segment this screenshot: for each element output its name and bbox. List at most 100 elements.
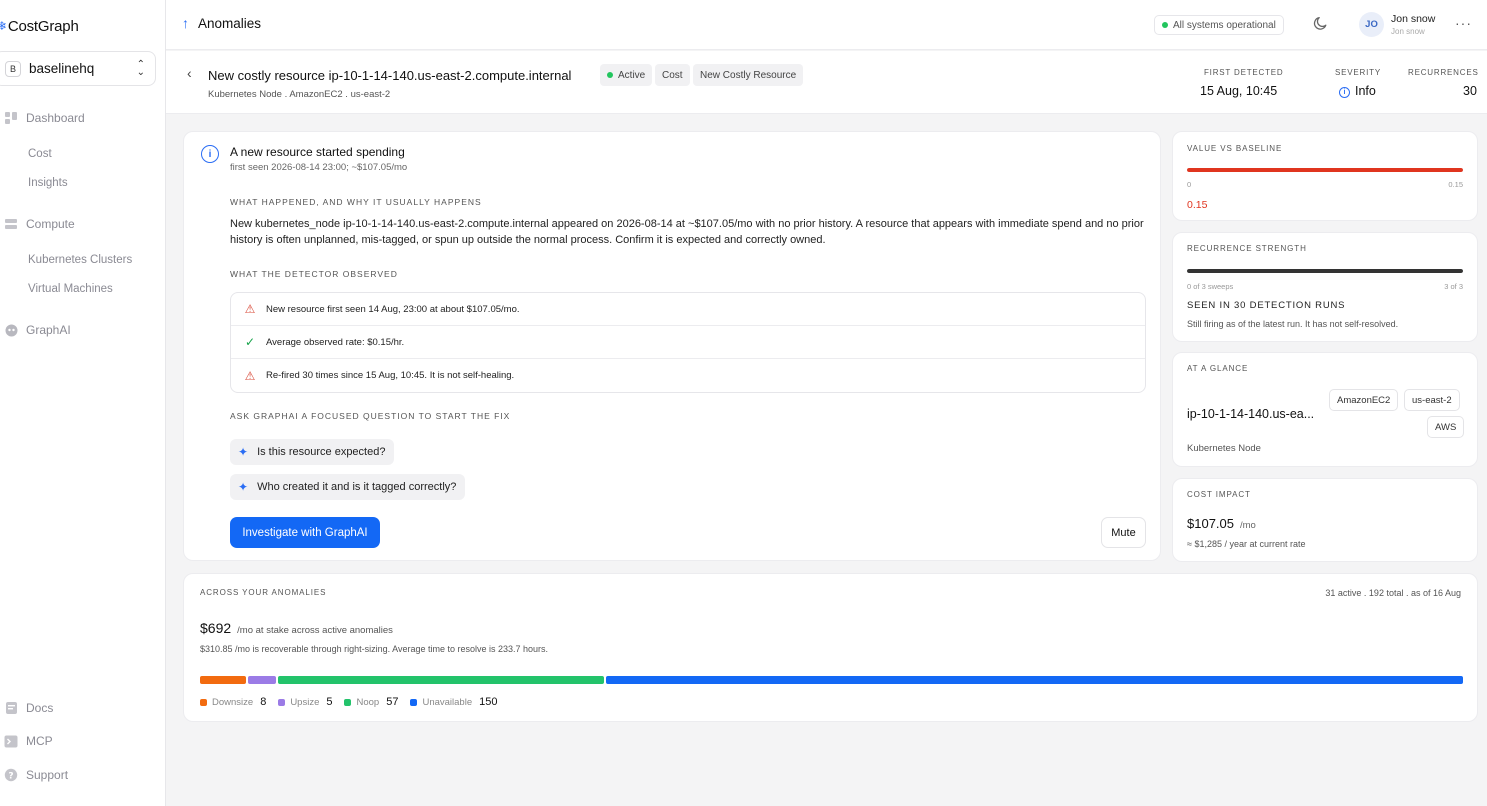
- anomaly-header: ‹ New costly resource ip-10-1-14-140.us-…: [166, 51, 1487, 114]
- sidebar-item-insights[interactable]: Insights: [28, 177, 68, 189]
- brand-name: CostGraph: [7, 17, 79, 35]
- question-button-expected[interactable]: ✦ Is this resource expected?: [230, 439, 395, 465]
- legend-swatch: [278, 698, 286, 706]
- sparkle-icon: ✦: [238, 445, 249, 459]
- across-value-note: /mo at stake across active anomalies: [237, 625, 393, 636]
- observations-list: ⚠ New resource first seen 14 Aug, 23:00 …: [230, 292, 1146, 393]
- sidebar-item-virtual-machines[interactable]: Virtual Machines: [28, 283, 113, 295]
- arrow-up-icon: ↑: [182, 15, 189, 31]
- list-item: ✓ Average observed rate: $0.15/hr.: [231, 326, 1145, 359]
- recurrences-value: 30: [1463, 84, 1477, 98]
- provider-service-pill: AmazonEC2: [1329, 389, 1399, 411]
- legend-label: Upsize: [290, 696, 320, 708]
- severity-value: i Info: [1339, 84, 1376, 98]
- across-value: $692: [200, 620, 232, 636]
- workspace-switcher[interactable]: B baselinehq ⌃ ⌄: [0, 51, 156, 86]
- cost-impact-value-row: $107.05 /mo: [1187, 516, 1256, 531]
- legend-label: Unavailable: [422, 696, 473, 708]
- back-chevron-icon[interactable]: ‹: [187, 65, 192, 81]
- observation-text: Re-fired 30 times since 15 Aug, 10:45. I…: [266, 370, 515, 381]
- type-badge: New Costly Resource: [693, 64, 804, 86]
- moon-icon[interactable]: [1313, 15, 1331, 33]
- legend-count: 8: [260, 696, 267, 708]
- investigate-button[interactable]: Investigate with GraphAI: [230, 517, 380, 548]
- recurrences-label: RECURRENCES: [1408, 68, 1479, 77]
- sidebar-item-graphai[interactable]: GraphAI: [0, 322, 71, 338]
- brand-icon: ❄: [0, 19, 7, 33]
- workspace-badge: B: [5, 60, 21, 77]
- legend-label: Downsize: [212, 696, 254, 708]
- cost-impact-note: ≈ $1,285 / year at current rate: [1187, 539, 1306, 549]
- legend-swatch: [200, 698, 207, 706]
- detail-subtitle: first seen 2026-08-14 23:00; ~$107.05/mo: [230, 162, 408, 173]
- at-a-glance-label: AT A GLANCE: [1187, 364, 1249, 373]
- help-icon: ?: [2, 767, 20, 783]
- sidebar-item-cost[interactable]: Cost: [28, 148, 52, 160]
- recurrence-bar-fill: [1187, 269, 1463, 273]
- status-badge-text: Active: [618, 69, 646, 81]
- recurrence-left-tick: 0 of 3 sweeps: [1187, 282, 1234, 291]
- baseline-bar-fill: [1187, 168, 1463, 172]
- brand-logo[interactable]: ❄ CostGraph: [0, 16, 79, 36]
- anomaly-detail-card: i A new resource started spending first …: [183, 131, 1161, 561]
- question-text: Is this resource expected?: [257, 446, 386, 458]
- segment-noop: [278, 676, 604, 684]
- resource-name: ip-10-1-14-140.us-ea...: [1187, 407, 1315, 421]
- more-options-icon[interactable]: ···: [1455, 15, 1472, 31]
- anomaly-breakdown-bar: [200, 676, 1463, 684]
- cloud-pill: AWS: [1427, 416, 1465, 438]
- mute-button[interactable]: Mute: [1101, 517, 1146, 548]
- recurrence-right-tick: 3 of 3: [1444, 282, 1463, 291]
- graphai-icon: [2, 322, 20, 338]
- chevron-updown-icon: ⌃ ⌄: [136, 58, 145, 78]
- docs-icon: [2, 700, 20, 716]
- anomaly-subtitle: Kubernetes Node . AmazonEC2 . us-east-2: [208, 89, 391, 100]
- what-happened-label: WHAT HAPPENED, AND WHY IT USUALLY HAPPEN…: [230, 197, 482, 207]
- severity-label: SEVERITY: [1335, 68, 1381, 77]
- status-badge: Active: [600, 64, 653, 86]
- across-anomalies-card: ACROSS YOUR ANOMALIES 31 active . 192 to…: [183, 573, 1478, 722]
- avatar[interactable]: JO: [1359, 12, 1384, 37]
- list-item: ⚠ Re-fired 30 times since 15 Aug, 10:45.…: [231, 359, 1145, 392]
- sidebar-item-kubernetes-clusters[interactable]: Kubernetes Clusters: [28, 254, 132, 266]
- region-pill: us-east-2: [1404, 389, 1460, 411]
- across-value-row: $692 /mo at stake across active anomalie…: [200, 620, 393, 636]
- observed-label: WHAT THE DETECTOR OBSERVED: [230, 269, 398, 279]
- segment-downsize: [200, 676, 246, 684]
- sidebar-item-label: Docs: [26, 701, 54, 715]
- sidebar-item-compute[interactable]: Compute: [0, 216, 75, 232]
- system-status-badge[interactable]: All systems operational: [1154, 15, 1284, 35]
- observation-text: New resource first seen 14 Aug, 23:00 at…: [266, 303, 520, 315]
- what-happened-body: New kubernetes_node ip-10-1-14-140.us-ea…: [230, 218, 1144, 246]
- legend-item: Upsize 5: [278, 696, 332, 708]
- legend-item: Unavailable 150: [410, 696, 497, 708]
- legend-count: 5: [326, 696, 333, 708]
- baseline-max-tick: 0.15: [1448, 180, 1463, 189]
- dashboard-icon: [2, 110, 20, 126]
- sidebar-item-dashboard[interactable]: Dashboard: [0, 110, 85, 126]
- user-name: Jon snow: [1391, 13, 1436, 25]
- ask-graphai-label: ASK GRAPHAI A FOCUSED QUESTION TO START …: [230, 411, 511, 421]
- top-header: ↑ Anomalies All systems operational JO J…: [166, 0, 1487, 50]
- page-title: ↑ Anomalies: [182, 15, 261, 31]
- list-item: ⚠ New resource first seen 14 Aug, 23:00 …: [231, 293, 1145, 326]
- legend-swatch: [410, 698, 418, 706]
- value-vs-baseline-card: VALUE VS BASELINE 0 0.15 0.15: [1172, 131, 1478, 221]
- recurrence-bar: [1187, 269, 1463, 273]
- sidebar-item-support[interactable]: ? Support: [0, 767, 68, 783]
- sidebar-item-mcp[interactable]: MCP: [0, 733, 53, 749]
- question-button-tagged[interactable]: ✦ Who created it and is it tagged correc…: [230, 474, 466, 500]
- recurrence-strength-card: RECURRENCE STRENGTH 0 of 3 sweeps 3 of 3…: [1172, 232, 1478, 342]
- value-vs-baseline-label: VALUE VS BASELINE: [1187, 144, 1283, 153]
- legend-item: Downsize 8: [200, 696, 266, 708]
- svg-text:?: ?: [8, 771, 13, 781]
- recurrence-headline: SEEN IN 30 DETECTION RUNS: [1187, 300, 1346, 311]
- sparkle-icon: ✦: [238, 480, 249, 494]
- sidebar-item-label: Support: [26, 768, 69, 782]
- cost-impact-label: COST IMPACT: [1187, 490, 1251, 499]
- terminal-icon: [2, 733, 20, 749]
- info-icon: i: [1339, 87, 1350, 98]
- observation-text: Average observed rate: $0.15/hr.: [266, 336, 405, 348]
- sidebar-item-docs[interactable]: Docs: [0, 700, 53, 716]
- warning-icon: ⚠: [244, 368, 256, 383]
